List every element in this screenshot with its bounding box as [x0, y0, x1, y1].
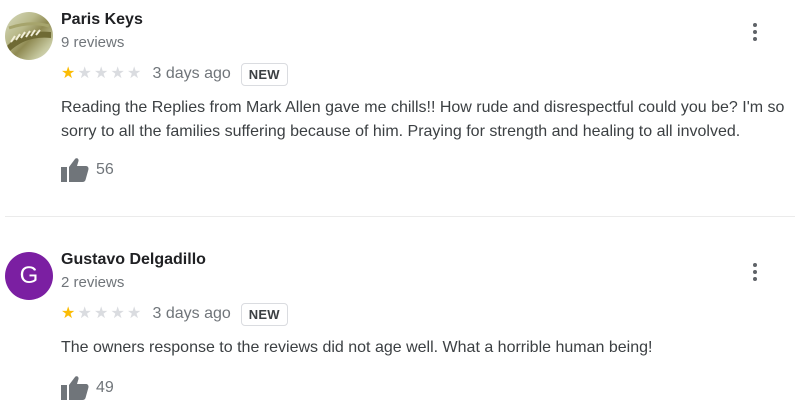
new-badge: NEW [240, 62, 288, 86]
like-button[interactable]: 56 [61, 157, 114, 183]
thumbs-up-icon [61, 376, 89, 400]
review-text: The owners response to the reviews did n… [61, 339, 653, 356]
rating-row: ★ ★ ★ ★ ★ 3 days ago NEW [61, 62, 288, 86]
reviewer-name[interactable]: Paris Keys [61, 11, 143, 29]
avatar[interactable] [5, 12, 53, 60]
more-options-icon[interactable] [744, 261, 766, 283]
review-date: 3 days ago [152, 65, 231, 82]
avatar-photo-image [7, 22, 51, 52]
star-icon: ★ [77, 65, 92, 82]
review-date: 3 days ago [152, 305, 231, 322]
like-button[interactable]: 49 [61, 375, 114, 401]
thumbs-up-icon [61, 158, 89, 182]
star-icon: ★ [61, 305, 76, 322]
star-icon: ★ [77, 305, 92, 322]
new-badge: NEW [240, 302, 288, 326]
star-rating: ★ ★ ★ ★ ★ [61, 306, 144, 322]
review-text: Reading the Replies from Mark Allen gave… [61, 99, 785, 140]
star-rating: ★ ★ ★ ★ ★ [61, 66, 144, 82]
rating-row: ★ ★ ★ ★ ★ 3 days ago NEW [61, 302, 288, 326]
star-icon: ★ [127, 65, 142, 82]
more-options-icon[interactable] [744, 21, 766, 43]
star-icon: ★ [110, 305, 125, 322]
star-icon: ★ [61, 65, 76, 82]
avatar[interactable]: G [5, 252, 53, 300]
reviewer-name[interactable]: Gustavo Delgadillo [61, 251, 206, 269]
review-count: 2 reviews [61, 274, 125, 291]
review-divider [5, 216, 795, 217]
star-icon: ★ [110, 65, 125, 82]
star-icon: ★ [94, 305, 109, 322]
review-count: 9 reviews [61, 34, 125, 51]
like-count: 56 [96, 161, 114, 178]
star-icon: ★ [94, 65, 109, 82]
star-icon: ★ [127, 305, 142, 322]
like-count: 49 [96, 379, 114, 396]
